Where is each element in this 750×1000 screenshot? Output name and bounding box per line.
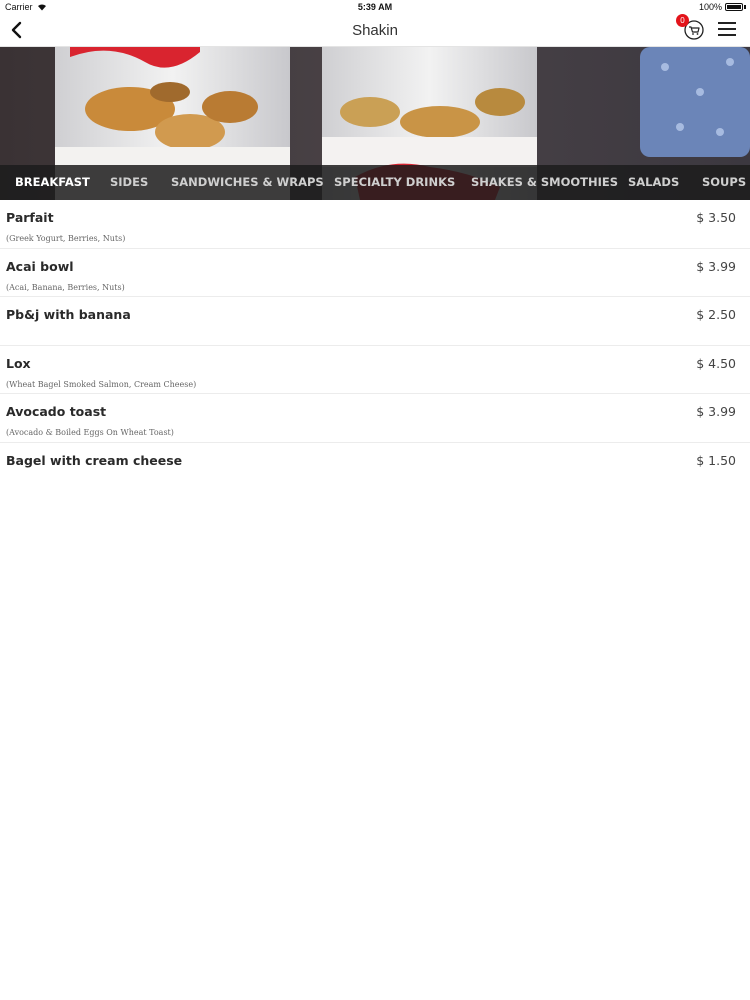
- status-right: 100%: [699, 2, 746, 12]
- item-name: Bagel with cream cheese: [6, 452, 183, 468]
- item-description: (Acai, Banana, Berries, Nuts): [6, 282, 125, 292]
- tab-specialty-drinks[interactable]: SPECIALTY DRINKS: [334, 175, 455, 189]
- item-price: $ 2.50: [696, 307, 736, 322]
- tab-breakfast[interactable]: BREAKFAST: [15, 175, 90, 189]
- item-price: $ 3.99: [696, 404, 736, 419]
- status-bar: Carrier 5:39 AM 100%: [0, 0, 750, 14]
- item-price: $ 1.50: [696, 452, 736, 468]
- cart-count-badge: 0: [676, 14, 689, 27]
- item-price: $ 4.50: [696, 355, 736, 371]
- tab-shakes-smoothies[interactable]: SHAKES & SMOOTHIES: [471, 175, 618, 189]
- hamburger-menu-icon: [718, 22, 736, 36]
- tab-sandwiches-wraps[interactable]: SANDWICHES & WRAPS: [171, 175, 324, 189]
- tab-soups[interactable]: SOUPS: [702, 175, 746, 189]
- category-tab-bar: BREAKFAST SIDES SANDWICHES & WRAPS SPECI…: [0, 165, 750, 200]
- item-name: Pb&j with banana: [6, 307, 131, 322]
- item-description: (Wheat Bagel Smoked Salmon, Cream Cheese…: [6, 379, 197, 389]
- menu-item[interactable]: Parfait $ 3.50 (Greek Yogurt, Berries, N…: [0, 200, 750, 249]
- menu-item[interactable]: Pb&j with banana $ 2.50: [0, 297, 750, 346]
- menu-item[interactable]: Avocado toast $ 3.99 (Avocado & Boiled E…: [0, 394, 750, 443]
- menu-item[interactable]: Acai bowl $ 3.99 (Acai, Banana, Berries,…: [0, 249, 750, 297]
- menu-item[interactable]: Lox $ 4.50 (Wheat Bagel Smoked Salmon, C…: [0, 346, 750, 394]
- battery-icon: [725, 3, 743, 11]
- status-time: 5:39 AM: [357, 2, 393, 12]
- nav-bar: Shakin 0: [0, 14, 750, 47]
- item-price: $ 3.99: [696, 258, 736, 274]
- item-description: (Greek Yogurt, Berries, Nuts): [6, 234, 126, 243]
- item-name: Avocado toast: [6, 404, 107, 419]
- item-name: Parfait: [6, 210, 54, 225]
- page-title: Shakin: [352, 22, 398, 39]
- menu-item[interactable]: Bagel with cream cheese $ 1.50: [0, 443, 750, 492]
- item-name: Lox: [6, 355, 31, 371]
- item-description: (Avocado & Boiled Eggs On Wheat Toast): [6, 428, 174, 437]
- battery-tip: [744, 5, 746, 9]
- item-price: $ 3.50: [696, 210, 736, 225]
- menu-item-list: Parfait $ 3.50 (Greek Yogurt, Berries, N…: [0, 200, 750, 491]
- item-name: Acai bowl: [6, 258, 74, 274]
- battery-percent: 100%: [698, 2, 722, 12]
- tab-sides[interactable]: SIDES: [110, 175, 148, 189]
- menu-button[interactable]: [716, 19, 738, 39]
- tab-salads[interactable]: SALADS: [628, 175, 679, 189]
